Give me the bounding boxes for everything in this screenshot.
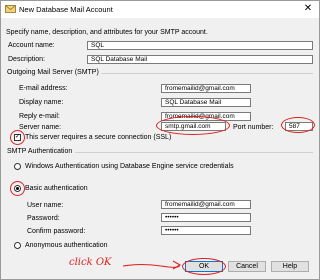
reply-email-label: Reply e-mail:	[19, 113, 60, 120]
mail-account-icon	[5, 5, 16, 13]
user-name-field[interactable]: fromemailid@gmail.com	[161, 200, 251, 209]
anonymous-auth-radio[interactable]	[14, 242, 21, 249]
ok-annotation-circle	[182, 258, 226, 275]
account-name-field[interactable]: SQL	[87, 41, 313, 50]
new-database-mail-account-dialog: New Database Mail Account ✕ Specify name…	[0, 0, 320, 280]
description-label: Description:	[8, 56, 45, 63]
smtp-auth-group-title: SMTP Authentication	[7, 148, 73, 155]
cancel-button[interactable]: Cancel	[228, 261, 266, 272]
password-label: Password:	[27, 215, 60, 222]
help-button[interactable]: Help	[271, 261, 309, 272]
password-field[interactable]: ••••••	[161, 213, 251, 222]
close-icon[interactable]: ✕	[301, 2, 315, 16]
outgoing-group-divider	[101, 73, 313, 74]
ssl-label: This server requires a secure connection…	[25, 134, 172, 141]
click-ok-annotation: click OK	[69, 257, 112, 268]
anonymous-auth-label: Anonymous authentication	[25, 242, 108, 249]
server-name-annotation-circle	[156, 116, 230, 135]
server-name-label: Server name:	[19, 124, 62, 131]
confirm-password-field[interactable]: ••••••	[161, 226, 251, 235]
email-address-label: E-mail address:	[19, 85, 68, 92]
annotation-arrow-icon	[122, 260, 182, 270]
windows-auth-radio[interactable]	[14, 163, 21, 170]
windows-auth-label: Windows Authentication using Database En…	[25, 163, 234, 170]
account-name-label: Account name:	[8, 42, 55, 49]
ssl-annotation-circle	[10, 130, 25, 145]
port-number-annotation-circle	[281, 117, 315, 133]
port-number-label: Port number:	[233, 124, 274, 131]
email-address-field[interactable]: fromemailid@gmail.com	[161, 84, 251, 93]
user-name-label: User name:	[27, 202, 64, 209]
display-name-field[interactable]: SQL Database Mail	[161, 98, 251, 107]
title-bar: New Database Mail Account ✕	[1, 1, 319, 18]
intro-text: Specify name, description, and attribute…	[6, 29, 208, 36]
smtp-auth-group-divider	[75, 152, 313, 153]
display-name-label: Display name:	[19, 99, 64, 106]
basic-auth-label: Basic authentication	[25, 185, 88, 192]
outgoing-group-title: Outgoing Mail Server (SMTP)	[7, 69, 99, 76]
description-field[interactable]: SQL Database Mail	[87, 55, 313, 64]
window-title: New Database Mail Account	[19, 5, 113, 14]
confirm-password-label: Confirm password:	[27, 228, 86, 235]
basic-auth-annotation-circle	[10, 181, 25, 196]
